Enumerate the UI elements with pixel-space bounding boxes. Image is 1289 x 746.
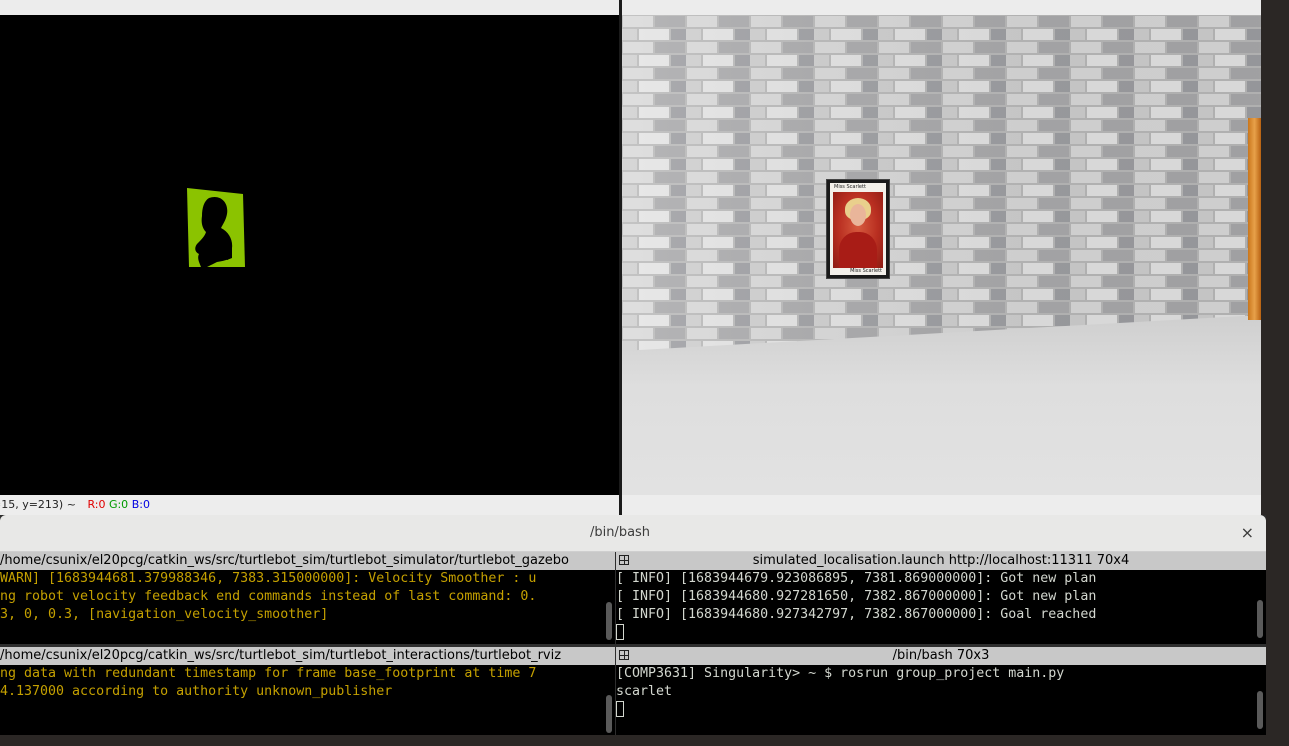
pane-scrollbar[interactable] [1254, 665, 1266, 735]
portrait-caption-bottom: Miss Scarlett [850, 268, 882, 274]
green-channel-value: G:0 [108, 498, 129, 511]
pane-scrollbar[interactable] [603, 665, 615, 735]
portrait-caption-top: Miss Scarlett [834, 184, 866, 190]
close-icon[interactable]: × [1241, 515, 1254, 551]
output-line: [ INFO] [1683944680.927342797, 7382.8670… [616, 607, 1097, 622]
pane-scrollbar[interactable] [603, 570, 615, 644]
blue-channel-value: B:0 [131, 498, 150, 511]
output-line: ng robot velocity feedback end commands … [0, 589, 537, 604]
pane-header-title: /bin/bash 70x3 [892, 648, 990, 663]
pane-header-title: simulated_localisation.launch http://loc… [752, 553, 1130, 568]
pane-output: WARN] [1683944681.379988346, 7383.315000… [0, 570, 603, 644]
terminal-pane-gazebo[interactable]: /home/csunix/el20pcg/catkin_ws/src/turtl… [0, 552, 615, 644]
pane-header[interactable]: /home/csunix/el20pcg/catkin_ws/src/turtl… [0, 647, 615, 665]
pane-header[interactable]: simulated_localisation.launch http://loc… [616, 552, 1266, 570]
pane-header[interactable]: /bin/bash 70x3 [616, 647, 1266, 665]
pane-output: [ INFO] [1683944679.923086895, 7381.8690… [616, 570, 1254, 644]
viewer-statusbar [622, 495, 1261, 515]
camera-image-viewer: Miss Scarlett Miss Scarlett [622, 0, 1261, 515]
terminal-pane-rviz[interactable]: /home/csunix/el20pcg/catkin_ws/src/turtl… [0, 647, 615, 735]
output-line: scarlet [616, 684, 673, 699]
terminal-title: /bin/bash [589, 525, 651, 540]
pane-header-title: /home/csunix/el20pcg/catkin_ws/src/turtl… [0, 553, 570, 568]
output-line: [ INFO] [1683944679.923086895, 7381.8690… [616, 571, 1097, 586]
output-line: ng data with redundant timestamp for fra… [0, 666, 537, 681]
output-line: [ INFO] [1683944680.927281650, 7382.8670… [616, 589, 1097, 604]
text-cursor [616, 701, 624, 717]
pane-header[interactable]: /home/csunix/el20pcg/catkin_ws/src/turtl… [0, 552, 615, 570]
pane-header-title: /home/csunix/el20pcg/catkin_ws/src/turtl… [0, 648, 562, 663]
character-portrait: Miss Scarlett Miss Scarlett [826, 179, 890, 279]
viewer-toolbar [0, 0, 620, 16]
pane-output: ng data with redundant timestamp for fra… [0, 665, 603, 735]
text-cursor [616, 624, 624, 640]
green-mask-region [187, 188, 245, 267]
terminal-pane-bash[interactable]: /bin/bash 70x3 [COMP3631] Singularity> ~… [616, 647, 1266, 735]
red-channel-value: R:0 [87, 498, 106, 511]
pixel-info-statusbar: =15, y=213) ~ R:0 G:0 B:0 [0, 495, 620, 515]
terminal-pane-localisation[interactable]: simulated_localisation.launch http://loc… [616, 552, 1266, 644]
output-line: WARN] [1683944681.379988346, 7383.315000… [0, 571, 537, 586]
cursor-coordinates: =15, y=213) ~ [0, 498, 80, 511]
terminal-window: /bin/bash × /home/csunix/el20pcg/catkin_… [0, 515, 1266, 735]
wooden-door-edge [1248, 118, 1261, 320]
camera-image-canvas[interactable]: Miss Scarlett Miss Scarlett [622, 15, 1261, 495]
output-line: 3, 0, 0.3, [navigation_velocity_smoother… [0, 607, 329, 622]
viewer-toolbar [622, 0, 1261, 16]
output-line: [COMP3631] Singularity> ~ $ rosrun group… [616, 666, 1065, 681]
portrait-photo [833, 192, 883, 268]
pane-output: [COMP3631] Singularity> ~ $ rosrun group… [616, 665, 1254, 735]
terminal-titlebar[interactable]: /bin/bash × [0, 515, 1266, 552]
output-line: 4.137000 according to authority unknown_… [0, 684, 393, 699]
terminal-cursor-line [616, 624, 1254, 643]
mask-image-canvas[interactable] [0, 15, 620, 495]
mask-image-viewer: =15, y=213) ~ R:0 G:0 B:0 [0, 0, 620, 515]
terminal-cursor-line [616, 701, 1254, 720]
pane-scrollbar[interactable] [1254, 570, 1266, 644]
